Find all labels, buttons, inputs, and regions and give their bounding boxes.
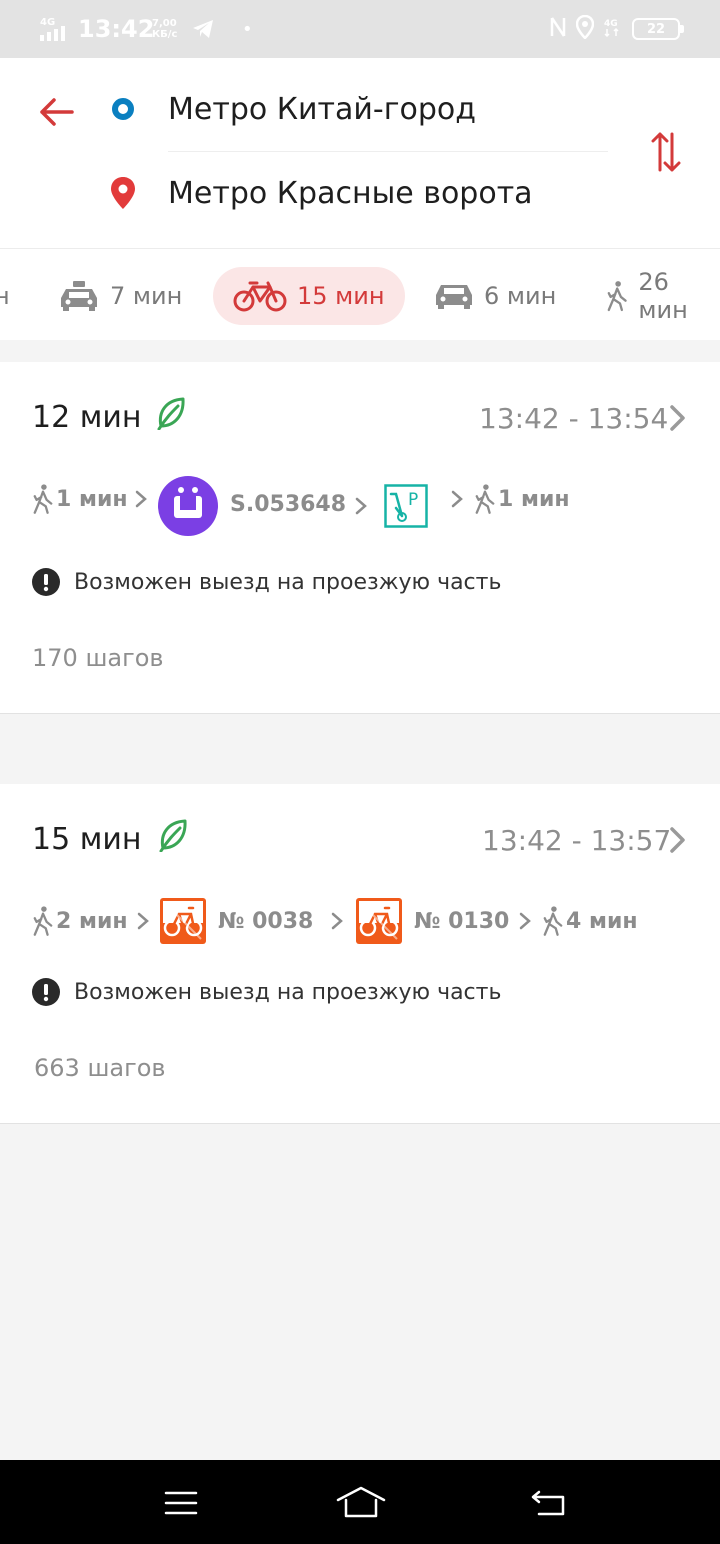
home-icon: [336, 1486, 386, 1518]
swap-route-button[interactable]: [646, 128, 686, 176]
mode-label: 7 мин: [110, 282, 183, 310]
segment-separator-icon: [450, 489, 464, 513]
network-type-label: 4G: [40, 17, 55, 28]
tab-taxi[interactable]: 7 мин: [58, 267, 182, 325]
eco-leaf-icon: [158, 818, 188, 856]
walk-icon: [607, 281, 627, 312]
bike-icon: [233, 281, 287, 312]
walk-segment: 4 мин: [542, 904, 638, 938]
lte-icon: 4G: [604, 16, 622, 42]
step-count: 170 шагов: [32, 644, 164, 672]
route-header: Метро Китай-город Метро Красные ворота: [0, 58, 720, 248]
bikeshare-segment: № 0130: [356, 898, 509, 944]
mode-label: 6 мин: [484, 282, 557, 310]
route-warning: Возможен выезд на проезжую часть: [32, 978, 501, 1006]
tab-transit[interactable]: н: [0, 267, 10, 325]
route-option-card[interactable]: 15 мин 13:42 - 13:57 2 мин № 0038 № 0130…: [0, 784, 720, 1124]
menu-icon: [164, 1491, 198, 1515]
route-duration: 12 мин: [32, 400, 142, 435]
tab-bike[interactable]: 15 мин: [213, 267, 405, 325]
mode-label: 15 мин: [297, 282, 385, 310]
battery-icon: 22: [632, 18, 684, 40]
warning-icon: [32, 568, 60, 596]
location-icon: [575, 14, 595, 43]
warning-icon: [32, 978, 60, 1006]
svg-text:4G: 4G: [604, 19, 618, 29]
transport-mode-tabs: н 7 мин 15 мин 6 мин 2: [0, 248, 720, 340]
route-duration: 15 мин: [32, 822, 142, 857]
mode-label: н: [0, 282, 10, 310]
destination-pin-icon: [110, 176, 136, 214]
notification-dot-icon: •: [242, 18, 253, 40]
bikeshare-logo-icon: [356, 898, 402, 944]
mode-label: 26 мин: [638, 268, 688, 324]
route-time-range: 13:42 - 13:57: [482, 824, 672, 857]
car-icon: [436, 285, 472, 309]
status-right-icons: 4G 22: [550, 0, 684, 58]
walk-icon: [475, 484, 495, 514]
walk-icon: [33, 484, 53, 514]
home-button[interactable]: [336, 1478, 386, 1528]
bike-station-number: № 0130: [414, 908, 510, 934]
back-arrow-icon: [40, 98, 74, 126]
walk-segment: 1 мин: [474, 482, 570, 516]
destination-field[interactable]: Метро Красные ворота: [168, 176, 533, 211]
field-divider: [168, 151, 608, 152]
network-speed: 7,00 КБ/с: [152, 0, 177, 58]
warning-text: Возможен выезд на проезжую часть: [74, 979, 502, 1005]
route-option-card[interactable]: 12 мин 13:42 - 13:54 1 мин S.053648 P 1 …: [0, 362, 720, 714]
chevron-right-icon: [668, 404, 688, 436]
parking-segment: P: [384, 484, 428, 528]
walk-segment: 2 мин: [32, 904, 128, 938]
speed-unit: КБ/с: [152, 29, 178, 40]
walk-duration: 1 мин: [56, 486, 128, 512]
svg-text:P: P: [408, 490, 418, 510]
segment-separator-icon: [354, 496, 368, 520]
route-time-range: 13:42 - 13:54: [479, 402, 669, 435]
metro-origin-icon: [112, 98, 134, 120]
route-warning: Возможен выезд на проезжую часть: [32, 568, 501, 596]
tab-car[interactable]: 6 мин: [434, 267, 556, 325]
walk-duration: 4 мин: [566, 908, 638, 934]
swap-arrows-icon: [651, 132, 681, 172]
speed-value: 7,00: [152, 18, 177, 29]
scooter-parking-icon: P: [384, 484, 428, 528]
tab-walk[interactable]: 26 мин: [606, 267, 720, 325]
system-nav-bar: [0, 1460, 720, 1544]
segment-separator-icon: [136, 911, 150, 935]
scooter-segment: [158, 476, 218, 536]
status-bar: 4G 13:42 7,00 КБ/с • 4G 22: [0, 0, 720, 58]
scooter-id: S.053648: [230, 492, 347, 517]
walk-icon: [33, 906, 53, 936]
kicksharing-logo-icon: [158, 476, 218, 536]
walk-segment: 1 мин: [32, 482, 128, 516]
step-count: 663 шагов: [34, 1054, 166, 1082]
nfc-icon: [550, 16, 566, 42]
bikeshare-logo-icon: [160, 898, 206, 944]
signal-icon: 4G: [40, 0, 72, 58]
back-nav-button[interactable]: [524, 1478, 574, 1528]
back-nav-icon: [531, 1490, 565, 1516]
menu-button[interactable]: [156, 1478, 206, 1528]
bikeshare-segment: № 0038: [160, 898, 313, 944]
segment-separator-icon: [330, 911, 344, 935]
segment-separator-icon: [518, 911, 532, 935]
chevron-right-icon: [668, 826, 688, 858]
walk-duration: 2 мин: [56, 908, 128, 934]
origin-field[interactable]: Метро Китай-город: [168, 92, 476, 127]
segment-separator-icon: [134, 489, 148, 513]
warning-text: Возможен выезд на проезжую часть: [74, 569, 502, 595]
status-time: 13:42: [78, 15, 155, 43]
telegram-icon: [192, 0, 214, 58]
back-button[interactable]: [34, 90, 78, 134]
eco-leaf-icon: [156, 396, 186, 434]
bike-station-number: № 0038: [218, 908, 314, 934]
walk-icon: [543, 906, 563, 936]
taxi-icon: [61, 281, 97, 311]
walk-duration: 1 мин: [498, 486, 570, 512]
